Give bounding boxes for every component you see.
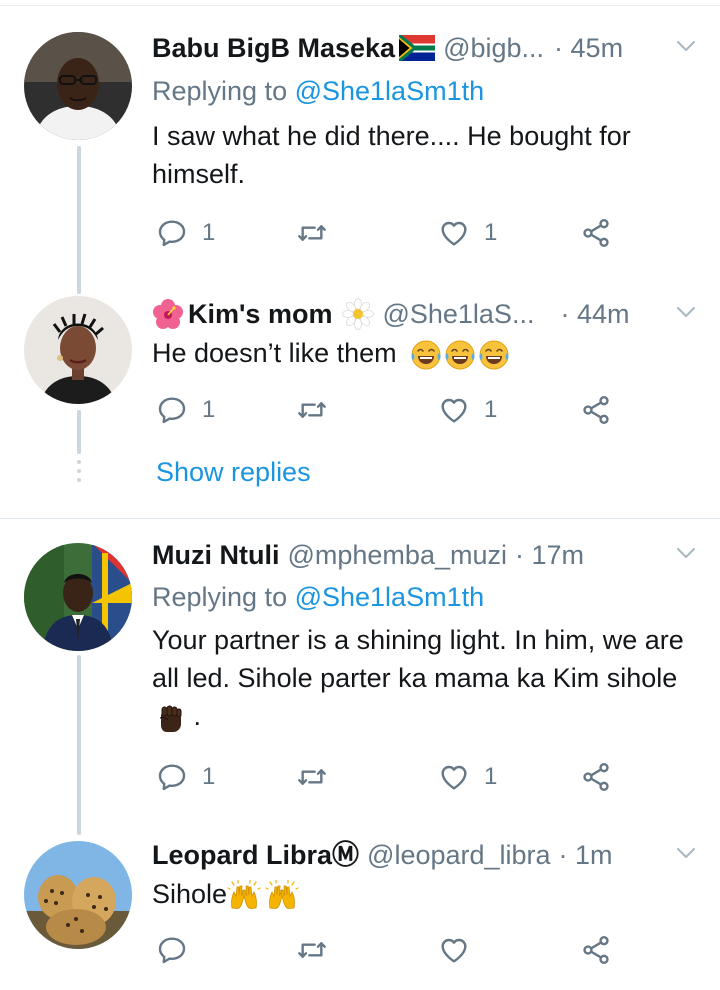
south-africa-flag-emoji xyxy=(399,35,435,61)
raising-hands-emoji xyxy=(265,880,299,912)
thread-line xyxy=(77,146,81,294)
raising-hands-emoji xyxy=(227,880,261,912)
avatar[interactable] xyxy=(24,296,132,404)
chevron-down-icon[interactable] xyxy=(672,300,700,324)
avatar[interactable] xyxy=(24,543,132,651)
retweet-button[interactable] xyxy=(296,215,342,251)
like-count: 1 xyxy=(484,219,498,246)
timestamp[interactable]: · 45m xyxy=(554,30,623,66)
like-button[interactable]: 1 xyxy=(438,215,497,251)
replying-to: Replying to @She1laSm1th xyxy=(152,73,484,109)
chevron-down-icon[interactable] xyxy=(672,34,700,58)
like-button[interactable]: 1 xyxy=(438,392,497,428)
tweet[interactable]: Babu BigB Maseka @bigb... · 45m Replying… xyxy=(0,0,720,294)
tweet-text: Sihole xyxy=(152,875,704,913)
speech-bubble-icon xyxy=(156,394,188,426)
reply-button[interactable] xyxy=(156,932,202,968)
like-button[interactable]: 1 xyxy=(438,759,497,795)
display-name-suffix: Ⓜ xyxy=(332,840,360,870)
reply-count: 1 xyxy=(202,763,216,790)
raised-fist-emoji xyxy=(154,702,186,734)
display-name[interactable]: Leopard Libra xyxy=(152,837,332,873)
mention-link[interactable]: @She1laSm1th xyxy=(295,582,485,612)
timestamp[interactable]: · 17m xyxy=(515,537,584,573)
username[interactable]: @bigb... xyxy=(443,30,544,66)
retweet-arrows-icon xyxy=(296,217,328,249)
chevron-down-icon[interactable] xyxy=(672,541,700,565)
avatar[interactable] xyxy=(24,32,132,140)
like-button[interactable] xyxy=(438,932,484,968)
tweet-header: Muzi Ntuli @mphemba_muzi · 17m xyxy=(152,535,700,575)
show-replies-link[interactable]: Show replies xyxy=(156,454,311,490)
like-count: 1 xyxy=(484,763,498,790)
tears-of-joy-emoji xyxy=(444,339,476,371)
action-bar: 1 1 xyxy=(156,759,616,795)
tweet-header: Leopard Libra Ⓜ @leopard_libra · 1m xyxy=(152,835,700,875)
heart-outline-icon xyxy=(438,394,470,426)
tweet[interactable]: Leopard Libra Ⓜ @leopard_libra · 1m Sihol… xyxy=(0,835,720,990)
share-nodes-icon xyxy=(580,934,612,966)
mention-link[interactable]: @She1laSm1th xyxy=(295,76,485,106)
like-count: 1 xyxy=(484,396,498,423)
reply-count: 1 xyxy=(202,396,216,423)
tweet-text: I saw what he did there.... He bought fo… xyxy=(152,121,631,189)
share-button[interactable] xyxy=(580,932,612,968)
action-bar: 1 1 xyxy=(156,215,616,251)
tears-of-joy-emoji xyxy=(410,339,442,371)
speech-bubble-icon xyxy=(156,761,188,793)
thread-more-dots xyxy=(77,460,81,487)
thread-line xyxy=(77,410,81,454)
retweet-arrows-icon xyxy=(296,394,328,426)
display-name[interactable]: Kim's mom xyxy=(188,296,332,332)
reply-button[interactable]: 1 xyxy=(156,759,215,795)
hibiscus-emoji xyxy=(152,298,184,330)
tweet-text-suffix: . xyxy=(186,701,202,731)
tweet-text-content: Your partner is a shining light. In him,… xyxy=(152,625,684,693)
thread-line xyxy=(77,655,81,835)
tweet-header: Kim's mom @She1laS... · 44m xyxy=(152,294,700,334)
retweet-arrows-icon xyxy=(296,934,328,966)
heart-outline-icon xyxy=(438,217,470,249)
speech-bubble-icon xyxy=(156,217,188,249)
share-nodes-icon xyxy=(580,394,612,426)
username[interactable]: @mphemba_muzi xyxy=(287,537,507,573)
reply-button[interactable]: 1 xyxy=(156,392,215,428)
tweet-text: He doesn’t like them xyxy=(152,334,704,372)
action-bar xyxy=(156,932,616,968)
tweet-text: Your partner is a shining light. In him,… xyxy=(152,621,704,735)
avatar[interactable] xyxy=(24,841,132,949)
reply-button[interactable]: 1 xyxy=(156,215,215,251)
tweet[interactable]: Muzi Ntuli @mphemba_muzi · 17m Replying … xyxy=(0,519,720,835)
share-button[interactable] xyxy=(580,759,612,795)
action-bar: 1 1 xyxy=(156,392,616,428)
share-nodes-icon xyxy=(580,761,612,793)
display-name[interactable]: Muzi Ntuli xyxy=(152,537,279,573)
username[interactable]: @She1laS... xyxy=(382,296,534,332)
replying-label: Replying to xyxy=(152,582,295,612)
share-button[interactable] xyxy=(580,215,612,251)
retweet-button[interactable] xyxy=(296,932,342,968)
replying-label: Replying to xyxy=(152,76,295,106)
retweet-arrows-icon xyxy=(296,761,328,793)
tweet-header: Babu BigB Maseka @bigb... · 45m xyxy=(152,28,700,68)
retweet-button[interactable] xyxy=(296,392,342,428)
tweet-text-content: He doesn’t like them xyxy=(152,338,397,368)
share-nodes-icon xyxy=(580,217,612,249)
heart-outline-icon xyxy=(438,934,470,966)
username[interactable]: @leopard_libra xyxy=(367,837,551,873)
timestamp[interactable]: · 44m xyxy=(560,296,629,332)
tweet-text-content: Sihole xyxy=(152,879,228,909)
tears-of-joy-emoji xyxy=(478,339,510,371)
retweet-button[interactable] xyxy=(296,759,342,795)
heart-outline-icon xyxy=(438,761,470,793)
tweet[interactable]: Kim's mom @She1laS... · 44m He doesn’t l… xyxy=(0,292,720,518)
white-flower-emoji xyxy=(342,298,374,330)
display-name[interactable]: Babu BigB Maseka xyxy=(152,30,395,66)
replying-to: Replying to @She1laSm1th xyxy=(152,579,484,615)
reply-count: 1 xyxy=(202,219,216,246)
speech-bubble-icon xyxy=(156,934,188,966)
timestamp[interactable]: · 1m xyxy=(559,837,613,873)
chevron-down-icon[interactable] xyxy=(672,841,700,865)
share-button[interactable] xyxy=(580,392,612,428)
